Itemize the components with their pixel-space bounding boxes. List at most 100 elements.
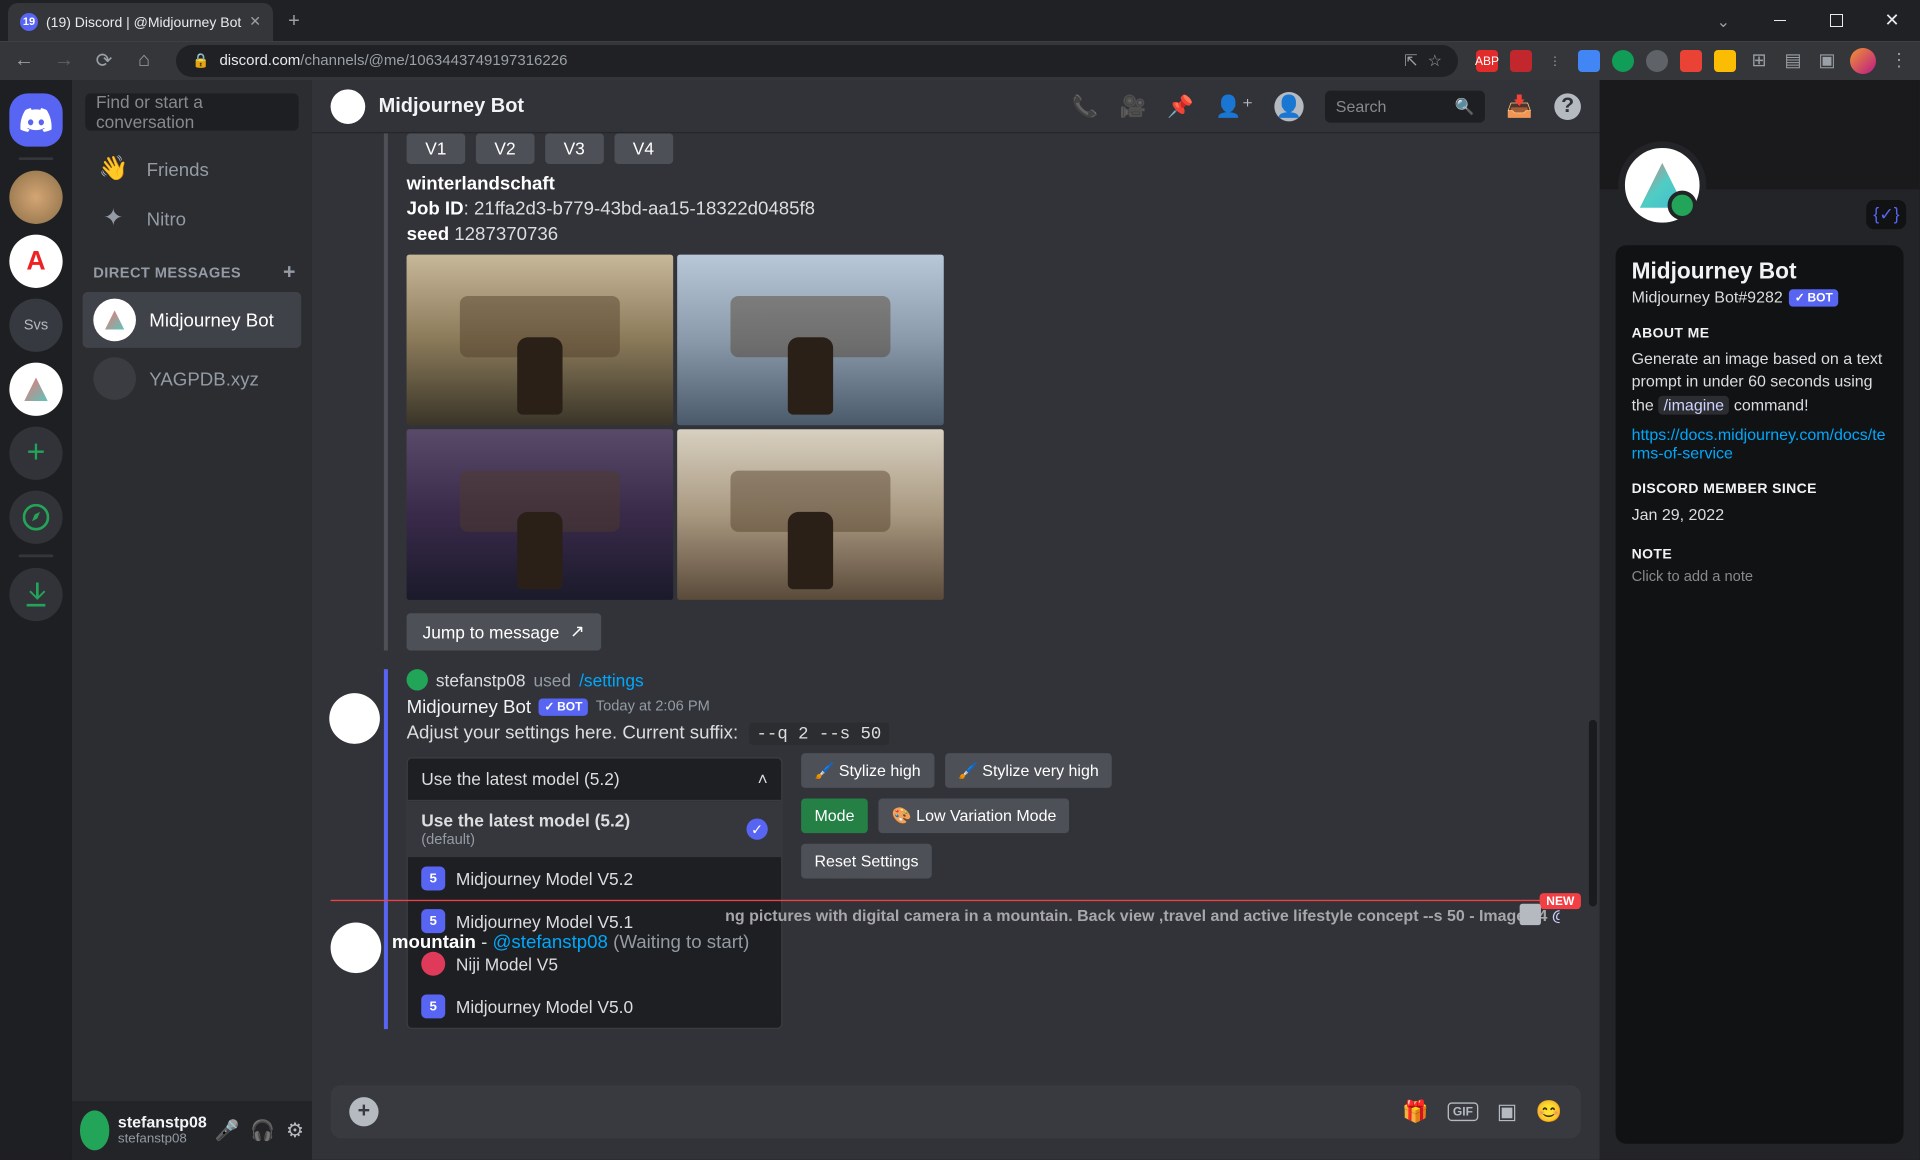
message-composer[interactable]: + 🎁 GIF ▣ 😊 [331, 1085, 1581, 1138]
partial-prompt-line: ng pictures with digital camera in a mou… [725, 906, 1559, 925]
stylize-very-high-button[interactable]: 🖌️ Stylize very high [945, 753, 1112, 788]
add-server-button[interactable]: + [9, 427, 62, 480]
extension-icon[interactable] [1612, 50, 1634, 72]
window-maximize-button[interactable] [1808, 0, 1864, 40]
reset-settings-button[interactable]: Reset Settings [801, 844, 932, 879]
discord-app: A Svs + Find or start a conversation 👋 F… [0, 80, 1920, 1160]
discord-favicon-icon: 19 [20, 13, 38, 31]
bookmark-icon[interactable]: ☆ [1428, 51, 1442, 71]
generated-image-2[interactable] [677, 255, 944, 426]
window-close-button[interactable]: ✕ [1864, 0, 1920, 40]
nav-home-button[interactable]: ⌂ [130, 47, 158, 75]
dm-item-midjourney[interactable]: Midjourney Bot [83, 292, 302, 348]
attach-button[interactable]: + [349, 1097, 378, 1126]
image-grid[interactable] [407, 255, 948, 600]
help-icon[interactable]: ? [1554, 93, 1581, 120]
friends-nav-item[interactable]: 👋 Friends [83, 145, 302, 192]
browser-tab[interactable]: 19 (19) Discord | @Midjourney Bot ✕ [8, 3, 273, 41]
gif-picker-icon[interactable]: GIF [1448, 1102, 1479, 1121]
dm-home-button[interactable] [9, 93, 62, 146]
user-profile-icon[interactable]: 👤 [1274, 91, 1303, 120]
dev-badge-icon[interactable]: {✓} [1867, 200, 1906, 229]
bot-badge: ✓ BOT [539, 698, 588, 715]
server-item[interactable] [9, 363, 62, 416]
chrome-profile-avatar[interactable] [1850, 48, 1876, 74]
url-bar[interactable]: 🔒 discord.com/channels/@me/1063443749197… [176, 45, 1458, 77]
reading-list-icon[interactable]: ▣ [1816, 50, 1838, 72]
extension-icon[interactable] [1714, 50, 1736, 72]
generated-image-1[interactable] [407, 255, 674, 426]
sticker-picker-icon[interactable]: ▣ [1497, 1098, 1517, 1125]
dm-heading: DIRECT MESSAGES + [72, 243, 312, 291]
nitro-nav-item[interactable]: ✦ Nitro [83, 195, 302, 242]
start-video-call-icon[interactable]: 🎥 [1120, 93, 1147, 120]
start-voice-call-icon[interactable]: 📞 [1072, 93, 1099, 120]
server-item[interactable]: Svs [9, 299, 62, 352]
explore-button[interactable] [9, 491, 62, 544]
bot-avatar[interactable] [331, 922, 382, 973]
self-avatar[interactable] [80, 1110, 110, 1150]
self-status: stefanstp08 [118, 1132, 207, 1147]
scrollbar[interactable] [1589, 147, 1597, 1072]
bot-name[interactable]: Midjourney Bot [407, 696, 531, 717]
share-icon[interactable]: ⇱ [1404, 51, 1417, 71]
chrome-menu-icon[interactable]: ⋮ [1888, 50, 1910, 72]
mode-button[interactable]: Mode [801, 798, 868, 833]
profile-avatar[interactable] [1618, 141, 1706, 229]
profile-panel: {✓} Midjourney Bot Midjourney Bot#9282 ✓… [1600, 80, 1920, 1160]
model-option-default[interactable]: Use the latest model (5.2) (default) ✓ [408, 801, 781, 857]
gift-icon[interactable]: 🎁 [1402, 1098, 1429, 1125]
dm-column: Find or start a conversation 👋 Friends ✦… [72, 80, 312, 1160]
add-friends-icon[interactable]: 👤⁺ [1215, 93, 1253, 120]
v1-button[interactable]: V1 [407, 133, 466, 164]
inbox-icon[interactable]: 📥 [1506, 93, 1533, 120]
model-option-v50[interactable]: 5 Midjourney Model V5.0 [408, 985, 781, 1028]
extensions-puzzle-icon[interactable]: ⊞ [1748, 50, 1770, 72]
dm-search-input[interactable]: Find or start a conversation [85, 93, 298, 130]
slash-command-link[interactable]: /settings [579, 670, 644, 690]
thumbnail-preview[interactable] [1520, 904, 1541, 925]
user-settings-icon[interactable]: ⚙ [286, 1118, 304, 1142]
v3-button[interactable]: V3 [545, 133, 604, 164]
chat-scroll-area[interactable]: V1 V2 V3 V4 winterlandschaft Job ID: 21f… [312, 133, 1600, 1085]
download-apps-button[interactable] [9, 568, 62, 621]
deafen-icon[interactable]: 🎧 [250, 1118, 275, 1142]
server-item[interactable]: A [9, 235, 62, 288]
v2-button[interactable]: V2 [476, 133, 535, 164]
nav-reload-button[interactable]: ⟳ [90, 47, 118, 75]
message-block-top: V1 V2 V3 V4 winterlandschaft Job ID: 21f… [384, 133, 1581, 650]
model-option-v52[interactable]: 5 Midjourney Model V5.2 [408, 857, 781, 900]
server-item[interactable] [9, 171, 62, 224]
extension-icon[interactable] [1578, 50, 1600, 72]
tabs-dropdown-icon[interactable]: ⌄ [1717, 12, 1730, 32]
bot-avatar[interactable] [329, 693, 380, 744]
terms-link[interactable]: https://docs.midjourney.com/docs/terms-o… [1632, 425, 1888, 462]
window-minimize-button[interactable] [1752, 0, 1808, 40]
abp-extension-icon[interactable]: ABP [1476, 50, 1498, 72]
nav-back-button[interactable]: ← [10, 47, 38, 75]
model-select-dropdown[interactable]: Use the latest model (5.2) ˄ Use the lat… [407, 757, 783, 1029]
mention-link[interactable]: @stefanstp08 [492, 930, 607, 951]
pinned-messages-icon[interactable]: 📌 [1167, 93, 1194, 120]
extension-icon[interactable] [1680, 50, 1702, 72]
create-dm-icon[interactable]: + [283, 261, 296, 285]
new-tab-button[interactable]: + [279, 7, 309, 37]
stylize-high-button[interactable]: 🖌️ Stylize high [801, 753, 934, 788]
nav-forward-button[interactable]: → [50, 47, 78, 75]
interaction-user[interactable]: stefanstp08 [436, 670, 526, 690]
select-head[interactable]: Use the latest model (5.2) ˄ [408, 758, 781, 799]
note-input[interactable]: Click to add a note [1632, 569, 1888, 585]
extension-icon[interactable] [1646, 50, 1668, 72]
generated-image-4[interactable] [677, 429, 944, 600]
mute-mic-icon[interactable]: 🎤 [215, 1118, 240, 1142]
side-panel-icon[interactable]: ▤ [1782, 50, 1804, 72]
search-input[interactable]: Search 🔍 [1325, 90, 1485, 122]
close-tab-icon[interactable]: ✕ [249, 13, 261, 30]
generated-image-3[interactable] [407, 429, 674, 600]
emoji-picker-icon[interactable]: 😊 [1536, 1098, 1563, 1125]
extension-icon[interactable] [1510, 50, 1532, 72]
dm-item-yagpdb[interactable]: YAGPDB.xyz [83, 351, 302, 407]
low-variation-button[interactable]: 🎨 Low Variation Mode [878, 798, 1069, 833]
v4-button[interactable]: V4 [614, 133, 673, 164]
jump-to-message-button[interactable]: Jump to message ↗ [407, 613, 601, 650]
